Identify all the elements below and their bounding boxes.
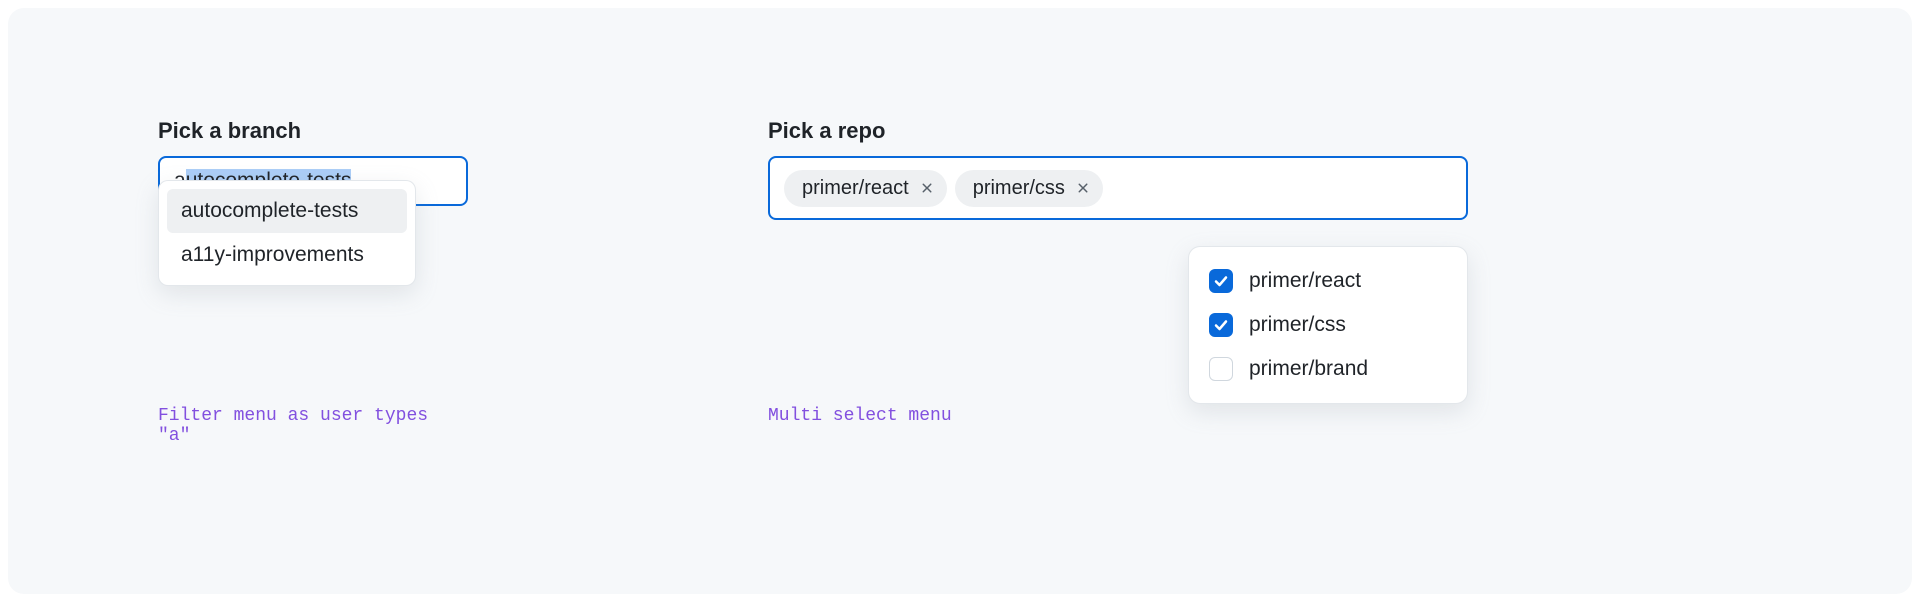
repo-caption: Multi select menu [768,406,952,426]
branch-label: Pick a branch [158,118,468,144]
checkbox-checked-icon [1209,269,1233,293]
demo-canvas: Pick a branch autocomplete-tests autocom… [8,8,1912,594]
branch-autocomplete-example: Pick a branch autocomplete-tests autocom… [158,118,468,594]
repo-option[interactable]: primer/css [1201,303,1455,347]
close-icon[interactable] [1075,180,1091,196]
checkbox-unchecked-icon [1209,357,1233,381]
branch-dropdown: autocomplete-tests a11y-improvements [158,180,416,286]
repo-token: primer/css [955,170,1103,207]
close-icon[interactable] [919,180,935,196]
repo-dropdown: primer/react primer/css primer/brand [1188,246,1468,404]
repo-option[interactable]: primer/brand [1201,347,1455,391]
repo-option[interactable]: primer/react [1201,259,1455,303]
repo-token: primer/react [784,170,947,207]
repo-multiselect-example: Pick a repo primer/react primer/css p [768,118,1468,594]
branch-caption: Filter menu as user types "a" [158,406,468,446]
branch-option[interactable]: autocomplete-tests [167,189,407,233]
repo-option-label: primer/react [1249,269,1361,293]
checkbox-checked-icon [1209,313,1233,337]
branch-option[interactable]: a11y-improvements [167,233,407,277]
repo-input[interactable]: primer/react primer/css [768,156,1468,220]
repo-token-label: primer/css [973,177,1065,200]
repo-label: Pick a repo [768,118,1468,144]
repo-option-label: primer/brand [1249,357,1368,381]
repo-option-label: primer/css [1249,313,1346,337]
repo-token-label: primer/react [802,177,909,200]
